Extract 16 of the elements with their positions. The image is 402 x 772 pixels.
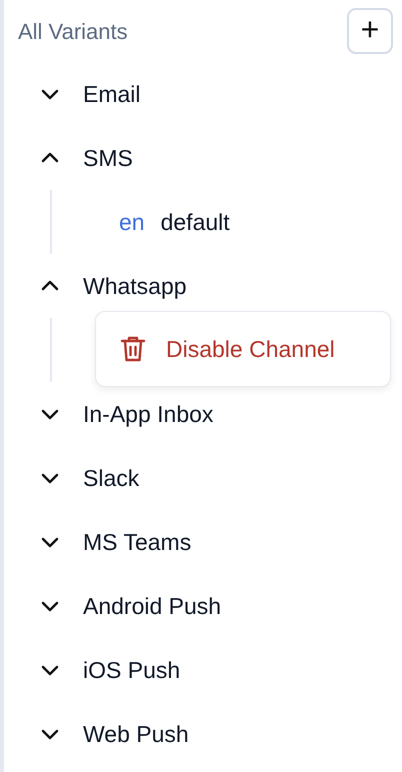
section-title: All Variants [18, 18, 128, 46]
channel-row[interactable]: iOS Push [4, 638, 402, 702]
channel-row[interactable]: Whatsapp [4, 254, 402, 318]
trash-icon [120, 335, 146, 363]
add-button[interactable]: + [347, 8, 393, 54]
channel-row[interactable]: In-App Inbox [4, 382, 402, 446]
channel-row[interactable]: SMS [4, 126, 402, 190]
channel-row[interactable]: Email [4, 62, 402, 126]
channel-row[interactable]: MS Teams [4, 510, 402, 574]
menu-item[interactable]: Disable Channel [120, 332, 366, 366]
variant-row[interactable]: en default [52, 190, 402, 254]
locale-tag: en [119, 204, 145, 240]
channel-row[interactable]: Slack [4, 446, 402, 510]
channel-row[interactable]: Android Push [4, 574, 402, 638]
variant-name: default [160, 208, 230, 237]
channel-row[interactable]: Web Push [4, 702, 402, 766]
